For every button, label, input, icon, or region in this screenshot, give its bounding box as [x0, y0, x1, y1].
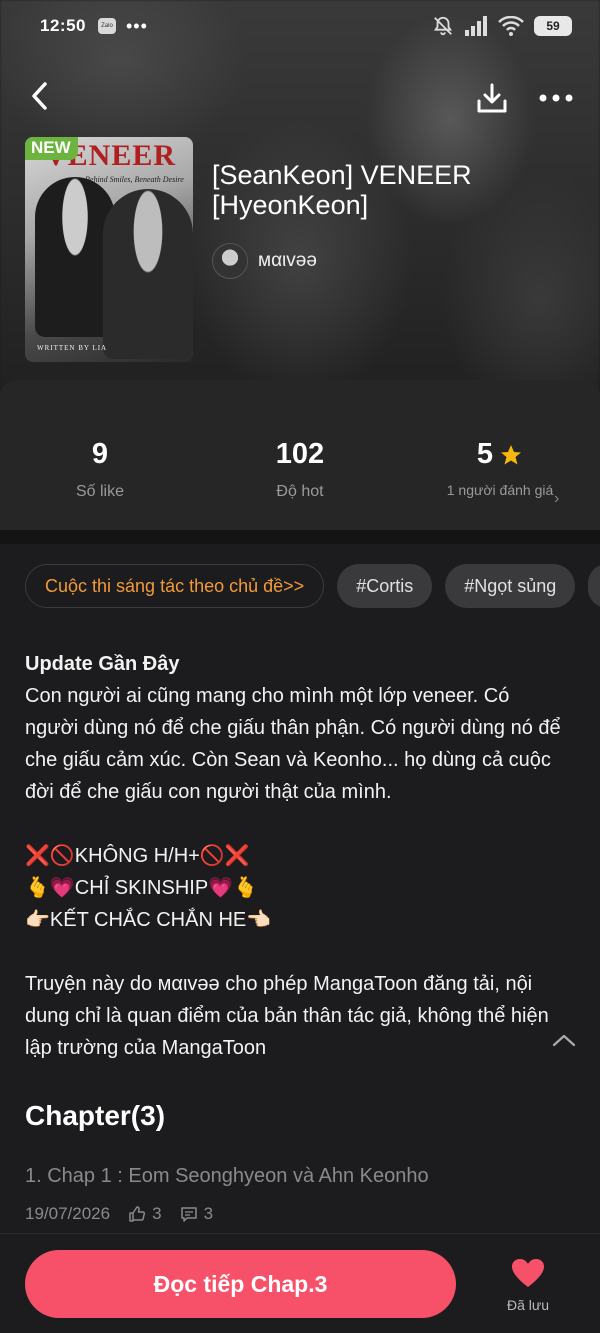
- more-horizontal-icon: [539, 94, 573, 102]
- saved-button[interactable]: Đã lưu: [496, 1258, 560, 1313]
- download-button[interactable]: [470, 76, 514, 120]
- tag-more[interactable]: [588, 564, 600, 608]
- author-name: мαιvәә: [258, 250, 317, 271]
- description-disclaimer: Truyện này do мαιvәә cho phép MangaToon …: [25, 973, 549, 1059]
- rating-label: 1 người đánh giá: [446, 482, 554, 498]
- chapter-comments: 3: [203, 1204, 214, 1223]
- description-line: ❌🚫KHÔNG H/H+🚫❌: [25, 845, 250, 867]
- description-body: Con người ai cũng mang cho mình một lớp …: [25, 685, 561, 803]
- stat-hot: 102 Độ hot: [210, 438, 390, 501]
- continue-reading-button[interactable]: Đọc tiếp Chap.3: [25, 1250, 456, 1318]
- download-icon: [477, 83, 507, 113]
- cover-subtitle: Behind Smiles, Beneath Desire: [85, 175, 184, 184]
- hot-value: 102: [275, 438, 325, 470]
- chapter-item-title[interactable]: 1. Chap 1 : Eom Seonghyeon và Ahn Keonho: [25, 1165, 429, 1188]
- muted-bell-icon: [433, 16, 453, 36]
- zalo-notification-icon: Zalo: [97, 18, 116, 34]
- status-bar: 12:50 Zalo ••• 59: [0, 0, 600, 52]
- tag-contest[interactable]: Cuộc thi sáng tác theo chủ đề>>: [25, 564, 325, 608]
- description-line: 🫰💗CHỈ SKINSHIP💗🫰: [25, 877, 258, 899]
- rating-value-row: 5: [410, 438, 590, 471]
- hot-label: Độ hot: [276, 483, 324, 500]
- stat-likes: 9 Số like: [10, 438, 190, 501]
- story-cover: VENEER Behind Smiles, Beneath Desire WRI…: [25, 137, 193, 362]
- detail-sheet: 9 Số like 102 Độ hot 5 1 người đánh giá …: [0, 380, 600, 1333]
- signal-icon: [465, 16, 487, 36]
- story-title: [SeanKeon] VENEER [HyeonKeon]: [212, 160, 472, 220]
- chapter-item-meta: 19/07/2026 3 3: [25, 1204, 213, 1224]
- status-time: 12:50: [40, 16, 86, 35]
- stats-panel: 9 Số like 102 Độ hot 5 1 người đánh giá …: [0, 380, 600, 530]
- top-nav: [0, 70, 600, 122]
- tag-ngot-sung[interactable]: #Ngọt sủng: [445, 564, 576, 608]
- thumbs-up-icon: [129, 1206, 146, 1222]
- cover-credit: WRITTEN BY LIA: [37, 344, 108, 352]
- likes-value: 9: [91, 438, 109, 470]
- tag-cortis[interactable]: #Cortis: [337, 564, 433, 608]
- star-icon: [501, 444, 522, 464]
- saved-label: Đã lưu: [506, 1297, 550, 1313]
- wifi-icon: [498, 16, 524, 36]
- stat-rating[interactable]: 5 1 người đánh giá: [410, 438, 590, 499]
- chevron-left-icon: [32, 82, 47, 110]
- more-options-button[interactable]: [534, 76, 578, 120]
- chevron-right-icon: ›: [554, 490, 560, 507]
- new-badge: NEW: [25, 137, 78, 160]
- chapter-date: 19/07/2026: [25, 1204, 111, 1223]
- battery-indicator: 59: [534, 16, 572, 36]
- bottom-bar: Đọc tiếp Chap.3 Đã lưu: [0, 1233, 600, 1333]
- likes-label: Số like: [75, 483, 125, 500]
- description: Update Gần Đây Con người ai cũng mang ch…: [25, 648, 565, 1064]
- back-button[interactable]: [20, 76, 60, 116]
- chapter-header: Chapter(3): [25, 1100, 166, 1131]
- tag-list: Cuộc thi sáng tác theo chủ đề>> #Cortis …: [25, 564, 600, 608]
- chevron-up-icon[interactable]: [550, 1030, 578, 1050]
- chapter-likes: 3: [152, 1204, 162, 1223]
- author-link[interactable]: мαιvәә: [212, 243, 317, 279]
- comment-icon: [180, 1207, 197, 1222]
- more-notifications-icon: •••: [125, 15, 148, 36]
- section-divider: [0, 530, 600, 544]
- cover-figure: [103, 189, 193, 359]
- heart-icon: [512, 1259, 544, 1287]
- description-line: 👉🏻KẾT CHẮC CHẮN HE👈🏻: [25, 909, 272, 931]
- description-heading: Update Gần Đây: [25, 653, 180, 675]
- author-avatar: [212, 243, 248, 279]
- rating-value: 5: [476, 438, 494, 470]
